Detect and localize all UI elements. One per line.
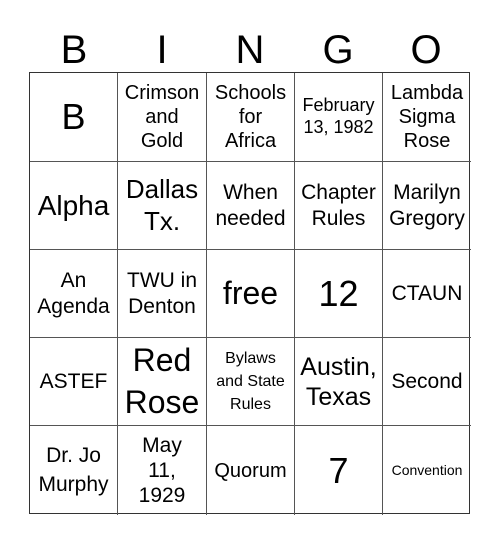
header-letter: N bbox=[235, 28, 265, 72]
bingo-cell[interactable]: TWU in Denton bbox=[118, 250, 207, 338]
bingo-cell[interactable]: Lambda Sigma Rose bbox=[383, 73, 471, 162]
bingo-cell[interactable]: Red Rose bbox=[118, 338, 207, 426]
header-letter: B bbox=[60, 28, 88, 72]
bingo-cell[interactable]: Marilyn Gregory bbox=[383, 162, 471, 250]
bingo-cell[interactable]: Quorum bbox=[207, 426, 295, 515]
bingo-cell[interactable]: Dallas Tx. bbox=[118, 162, 207, 250]
free-space-cell[interactable]: free bbox=[207, 250, 295, 338]
bingo-cell[interactable]: When needed bbox=[207, 162, 295, 250]
bingo-cell[interactable]: Convention bbox=[383, 426, 471, 515]
bingo-cell[interactable]: Austin, Texas bbox=[295, 338, 383, 426]
header-letter: G bbox=[322, 28, 354, 72]
bingo-header: B I N G O bbox=[30, 26, 470, 74]
bingo-cell[interactable]: 7 bbox=[295, 426, 383, 515]
bingo-cell[interactable]: Alpha bbox=[30, 162, 118, 250]
bingo-cell[interactable]: Chapter Rules bbox=[295, 162, 383, 250]
bingo-cell[interactable]: May 11, 1929 bbox=[118, 426, 207, 515]
bingo-cell[interactable]: CTAUN bbox=[383, 250, 471, 338]
bingo-cell[interactable]: 12 bbox=[295, 250, 383, 338]
bingo-cell[interactable]: Schools for Africa bbox=[207, 73, 295, 162]
bingo-cell[interactable]: Bylaws and State Rules bbox=[207, 338, 295, 426]
header-letter: I bbox=[156, 28, 168, 72]
bingo-cell[interactable]: B bbox=[30, 73, 118, 162]
header-letter: O bbox=[410, 28, 442, 72]
bingo-cell[interactable]: An Agenda bbox=[30, 250, 118, 338]
bingo-cell[interactable]: Crimson and Gold bbox=[118, 73, 207, 162]
bingo-cell[interactable]: ASTEF bbox=[30, 338, 118, 426]
bingo-cell[interactable]: February 13, 1982 bbox=[295, 73, 383, 162]
bingo-cell[interactable]: Second bbox=[383, 338, 471, 426]
bingo-grid: B Crimson and Gold Schools for Africa Fe… bbox=[29, 72, 471, 515]
bingo-cell[interactable]: Dr. Jo Murphy bbox=[30, 426, 118, 515]
